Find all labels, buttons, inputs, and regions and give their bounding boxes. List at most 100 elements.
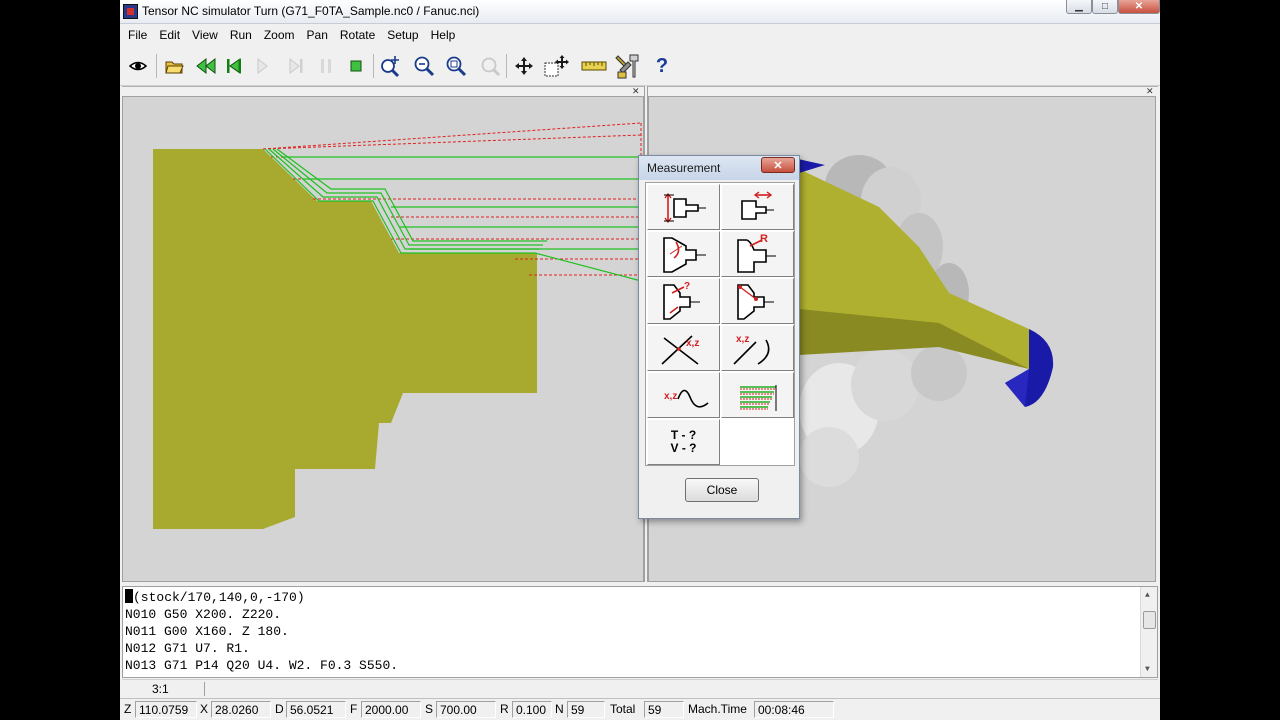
zoom-level: 3:1 [152,682,169,696]
xz-label: x,z [664,391,677,402]
help-icon[interactable]: ? [648,52,676,80]
open-folder-icon[interactable] [160,52,188,80]
radius-r-label: R [760,233,768,245]
measure-angle-button[interactable] [647,231,720,277]
measure-toolpath-button[interactable] [721,372,794,418]
status-f-label: F [350,702,358,716]
status-s-value: 700.00 [436,701,496,718]
code-line[interactable]: N012 G71 U7. R1. [125,640,250,657]
text-cursor [125,589,133,603]
measurement-dialog-title: Measurement [647,161,721,175]
part-profile [153,149,537,529]
menu-view[interactable]: View [192,28,218,42]
left-viewport-header: ✕ [122,86,644,96]
status-bar: Z 110.0759 X 28.0260 D 56.0521 F 2000.00… [120,698,1160,720]
status-d-label: D [275,702,284,716]
status-r-value: 0.100 [512,701,552,718]
eye-icon[interactable] [124,52,152,80]
xz-label: x,z [686,338,699,349]
menu-pan[interactable]: Pan [307,28,328,42]
measurement-tool-grid: R ? x,z x,z x,z T - ? V - ? [645,182,795,466]
tv-line-v: V - ? [670,441,697,455]
menu-file[interactable]: File [128,28,147,42]
right-viewport-header: ✕ [648,86,1158,96]
code-line[interactable]: N013 G71 P14 Q20 U4. W2. F0.3 S550. [125,657,398,674]
pause-icon[interactable] [312,52,340,80]
pan-window-icon[interactable] [542,52,570,80]
status-f-value: 2000.00 [361,701,421,718]
code-line[interactable]: N010 G50 X200. Z220. [125,606,281,623]
nc-code-panel[interactable]: (stock/170,140,0,-170) N010 G50 X200. Z2… [122,586,1158,678]
menu-setup[interactable]: Setup [387,28,418,42]
window-title: Tensor NC simulator Turn (G71_F0TA_Sampl… [142,4,480,18]
zoom-in-icon[interactable] [376,52,404,80]
measurement-dialog-titlebar[interactable]: Measurement ✕ [639,156,799,180]
status-x-value: 28.0260 [211,701,271,718]
ruler-icon[interactable] [580,52,608,80]
scroll-up-icon[interactable]: ▲ [1145,591,1150,600]
step-start-icon[interactable] [220,52,248,80]
status-mach-label: Mach.Time [688,702,747,716]
status-n-value: 59 [567,701,605,718]
pan-icon[interactable] [510,52,538,80]
play-icon[interactable] [248,52,276,80]
measure-arc-point-button[interactable]: x,z [647,372,720,418]
code-line[interactable]: N011 G00 X160. Z 180. [125,623,289,640]
code-line-text: (stock/170,140,0,-170) [133,590,305,605]
code-line[interactable]: (stock/170,140,0,-170) [125,589,305,606]
maximize-button[interactable]: □ [1092,0,1118,14]
measurement-close-button[interactable]: Close [685,478,759,502]
scroll-thumb[interactable] [1143,611,1156,629]
zoom-row: 3:1 [122,679,1158,697]
status-z-label: Z [124,702,132,716]
status-total-label: Total [610,702,636,716]
zoom-out-icon[interactable] [410,52,438,80]
status-z-value: 110.0759 [135,701,197,718]
right-viewport-close-icon[interactable]: ✕ [1146,87,1154,96]
status-mach-value: 00:08:46 [754,701,834,718]
menu-run[interactable]: Run [230,28,252,42]
status-total-value: 59 [644,701,684,718]
title-bar[interactable]: Tensor NC simulator Turn (G71_F0TA_Sampl… [120,0,1160,24]
measurement-dialog-close-icon[interactable]: ✕ [761,157,795,173]
menu-zoom[interactable]: Zoom [264,28,295,42]
xz-label: x,z [736,334,749,345]
left-letterbox [0,0,120,720]
measure-point-distance-button[interactable] [721,278,794,324]
app-window: Tensor NC simulator Turn (G71_F0TA_Sampl… [120,0,1160,720]
status-x-label: X [200,702,209,716]
measure-radius-button[interactable]: R [721,231,794,277]
close-button[interactable]: ✕ [1118,0,1160,14]
menu-bar: File Edit View Run Zoom Pan Rotate Setup… [120,24,1160,45]
app-icon[interactable] [123,4,138,19]
minimize-button[interactable]: ▁ [1066,0,1092,14]
menu-help[interactable]: Help [431,28,456,42]
chamfer-question-label: ? [684,281,690,292]
status-s-label: S [425,702,434,716]
zoom-fit-icon[interactable] [442,52,470,80]
rewind-icon[interactable] [192,52,220,80]
zoom-rotate-icon[interactable] [476,52,504,80]
tools-icon[interactable] [614,52,642,80]
code-scrollbar[interactable]: ▲ ▼ [1140,587,1157,677]
stop-icon[interactable] [342,52,370,80]
status-d-value: 56.0521 [286,701,346,718]
viewport-2d[interactable] [122,96,644,582]
scroll-down-icon[interactable]: ▼ [1145,665,1150,674]
measure-chamfer-button[interactable]: ? [647,278,720,324]
measurement-dialog: Measurement ✕ R ? x,z x,z x,z T - ? V - … [638,155,800,519]
measure-line-arc-button[interactable]: x,z [721,325,794,371]
toolpath-2d-drawing [153,122,642,529]
toolbar: ? [120,46,1160,86]
right-letterbox [1160,0,1280,720]
status-n-label: N [555,702,564,716]
menu-rotate[interactable]: Rotate [340,28,375,42]
measure-length-button[interactable] [721,184,794,230]
step-end-icon[interactable] [282,52,310,80]
left-viewport-close-icon[interactable]: ✕ [632,87,640,96]
measure-line-intersection-button[interactable]: x,z [647,325,720,371]
status-r-label: R [500,702,509,716]
measure-diameter-button[interactable] [647,184,720,230]
menu-edit[interactable]: Edit [159,28,180,42]
measure-tool-volume-button[interactable]: T - ? V - ? [647,419,720,465]
